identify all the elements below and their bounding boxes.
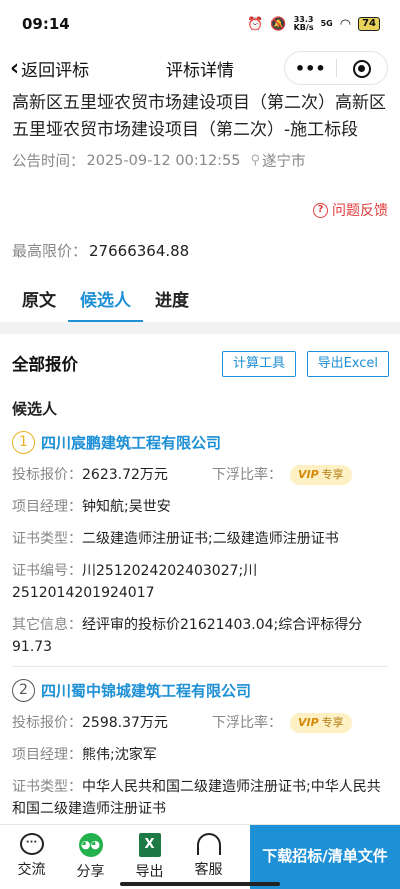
cert-no-row: 证书编号：川2512024202403027;川2512014201924017	[12, 560, 388, 604]
home-indicator	[120, 882, 280, 886]
section-divider	[0, 322, 400, 334]
share-label: 分享	[76, 864, 105, 880]
bid-price-label: 投标报价：	[12, 467, 82, 483]
wifi-icon: ◠	[339, 16, 352, 32]
share-button[interactable]: ◕◕ 分享	[63, 825, 118, 889]
other-info-row: 其它信息：经评审的投标价21621403.04;综合评标得分91.73	[12, 614, 388, 666]
chevron-left-icon: ‹	[10, 55, 20, 81]
project-header: 高新区五里垭农贸市场建设项目（第二次）高新区五里垭农贸市场建设项目（第二次）-施…	[12, 90, 390, 219]
max-price-value: 27666364.88	[89, 242, 190, 260]
back-button[interactable]: ‹ 返回评标	[10, 56, 89, 81]
manager-value: 熊伟;沈家军	[82, 747, 157, 763]
candidate-name-link[interactable]: 四川宸鹏建筑工程有限公司	[41, 432, 221, 453]
float-rate-label: 下浮比率：	[212, 467, 282, 483]
bid-price-value: 2598.37万元	[82, 715, 168, 731]
cert-type-row: 证书类型：二级建造师注册证书;二级建造师注册证书	[12, 528, 388, 550]
alarm-icon: ⏰	[247, 16, 264, 32]
manager-row: 项目经理：钟知航;吴世安	[12, 496, 388, 518]
cert-type-label: 证书类型：	[12, 779, 82, 795]
network-speed-unit: KB/s	[293, 23, 314, 32]
more-menu-button[interactable]: •••	[285, 59, 336, 78]
chat-icon: ···	[19, 833, 44, 855]
rank-badge: 2	[12, 679, 35, 702]
quotes-header: 全部报价 计算工具 导出Excel	[0, 334, 400, 392]
location-text: 遂宁市	[262, 154, 306, 170]
max-price-row: 最高限价： 27666364.88	[12, 240, 189, 261]
manager-label: 项目经理：	[12, 499, 82, 515]
calc-tool-button[interactable]: 计算工具	[221, 351, 296, 377]
chat-label: 交流	[17, 862, 46, 878]
signal-icon: 5G	[320, 19, 333, 28]
publish-meta: 公告时间： 2025-09-12 00:12:55 ⚲ 遂宁市	[12, 150, 390, 171]
publish-time: 2025-09-12 00:12:55	[86, 152, 241, 169]
export-label: 导出	[135, 864, 164, 880]
cert-type-row: 证书类型：中华人民共和国二级建造师注册证书;中华人民共和国二级建造师注册证书	[12, 776, 388, 820]
section-title: 全部报价	[12, 355, 78, 374]
manager-value: 钟知航;吴世安	[82, 499, 171, 515]
candidate-header: 1 四川宸鹏建筑工程有限公司	[12, 419, 388, 454]
max-price-label: 最高限价：	[12, 242, 88, 260]
vip-badge[interactable]: VIP 专享	[290, 713, 352, 733]
float-rate-label: 下浮比率：	[212, 715, 282, 731]
network-speed: 33.3 KB/s	[294, 16, 314, 32]
bid-row: 投标报价：2598.37万元 下浮比率： VIP 专享	[12, 712, 388, 734]
tab-candidates[interactable]: 候选人	[68, 282, 143, 322]
headset-icon	[196, 833, 221, 855]
candidates-panel[interactable]: 全部报价 计算工具 导出Excel 候选人 1 四川宸鹏建筑工程有限公司 投标报…	[0, 334, 400, 824]
vip-icon: VIP	[298, 468, 319, 481]
feedback-button[interactable]: ? 问题反馈	[313, 200, 388, 220]
bid-row: 投标报价：2623.72万元 下浮比率： VIP 专享	[12, 464, 388, 486]
vip-label: 专享	[321, 468, 344, 481]
status-bar: 09:14 ⏰ 🔕 33.3 KB/s 5G ◠ 74	[0, 0, 400, 48]
candidate-name-link[interactable]: 四川蜀中锦城建筑工程有限公司	[41, 680, 251, 701]
cert-type-label: 证书类型：	[12, 531, 82, 547]
chat-button[interactable]: ··· 交流	[4, 825, 59, 889]
mute-icon: 🔕	[270, 16, 287, 32]
tab-bar: 原文 候选人 进度	[0, 282, 400, 322]
nav-bar: ‹ 返回评标 评标详情 •••	[0, 48, 400, 88]
tab-original[interactable]: 原文	[10, 282, 68, 322]
close-miniprogram-button[interactable]	[337, 58, 388, 78]
location-pin-icon: ⚲	[250, 153, 261, 168]
cert-type-value: 二级建造师注册证书;二级建造师注册证书	[82, 531, 339, 547]
candidate-card: 1 四川宸鹏建筑工程有限公司 投标报价：2623.72万元 下浮比率： VIP 专…	[12, 419, 388, 667]
export-excel-button[interactable]: 导出Excel	[306, 351, 389, 377]
feedback-label: 问题反馈	[332, 203, 388, 219]
download-files-button[interactable]: 下载招标/清单文件	[250, 825, 400, 889]
vip-badge[interactable]: VIP 专享	[290, 465, 352, 485]
candidates-label: 候选人	[12, 400, 58, 418]
candidate-card: 2 四川蜀中锦城建筑工程有限公司 投标报价：2598.37万元 下浮比率： VI…	[12, 667, 388, 820]
manager-label: 项目经理：	[12, 747, 82, 763]
vip-label: 专享	[321, 716, 344, 729]
tab-progress[interactable]: 进度	[143, 282, 201, 322]
cert-no-label: 证书编号：	[12, 563, 82, 579]
rank-badge: 1	[12, 431, 35, 454]
status-icons: ⏰ 🔕 33.3 KB/s 5G ◠ 74	[247, 16, 380, 32]
wechat-icon: ◕◕	[78, 833, 103, 857]
manager-row: 项目经理：熊伟;沈家军	[12, 744, 388, 766]
bid-price-label: 投标报价：	[12, 715, 82, 731]
status-time: 09:14	[22, 15, 70, 33]
export-button[interactable]: X 导出	[122, 825, 177, 889]
customer-service-button[interactable]: 客服	[181, 825, 236, 889]
back-label: 返回评标	[21, 60, 90, 81]
candidate-header: 2 四川蜀中锦城建筑工程有限公司	[12, 667, 388, 702]
publish-label: 公告时间：	[12, 154, 85, 170]
vip-icon: VIP	[298, 716, 319, 729]
question-icon: ?	[313, 202, 328, 218]
mini-program-capsule: •••	[284, 51, 388, 85]
target-icon	[352, 59, 371, 78]
other-info-label: 其它信息：	[12, 617, 82, 633]
service-label: 客服	[194, 862, 223, 878]
excel-icon: X	[138, 833, 161, 857]
bottom-action-bar: ··· 交流 ◕◕ 分享 X 导出 客服 下载招标/清单文件	[0, 824, 400, 889]
bid-price-value: 2623.72万元	[82, 467, 168, 483]
project-title: 高新区五里垭农贸市场建设项目（第二次）高新区五里垭农贸市场建设项目（第二次）-施…	[12, 93, 386, 140]
battery-icon: 74	[358, 17, 380, 31]
